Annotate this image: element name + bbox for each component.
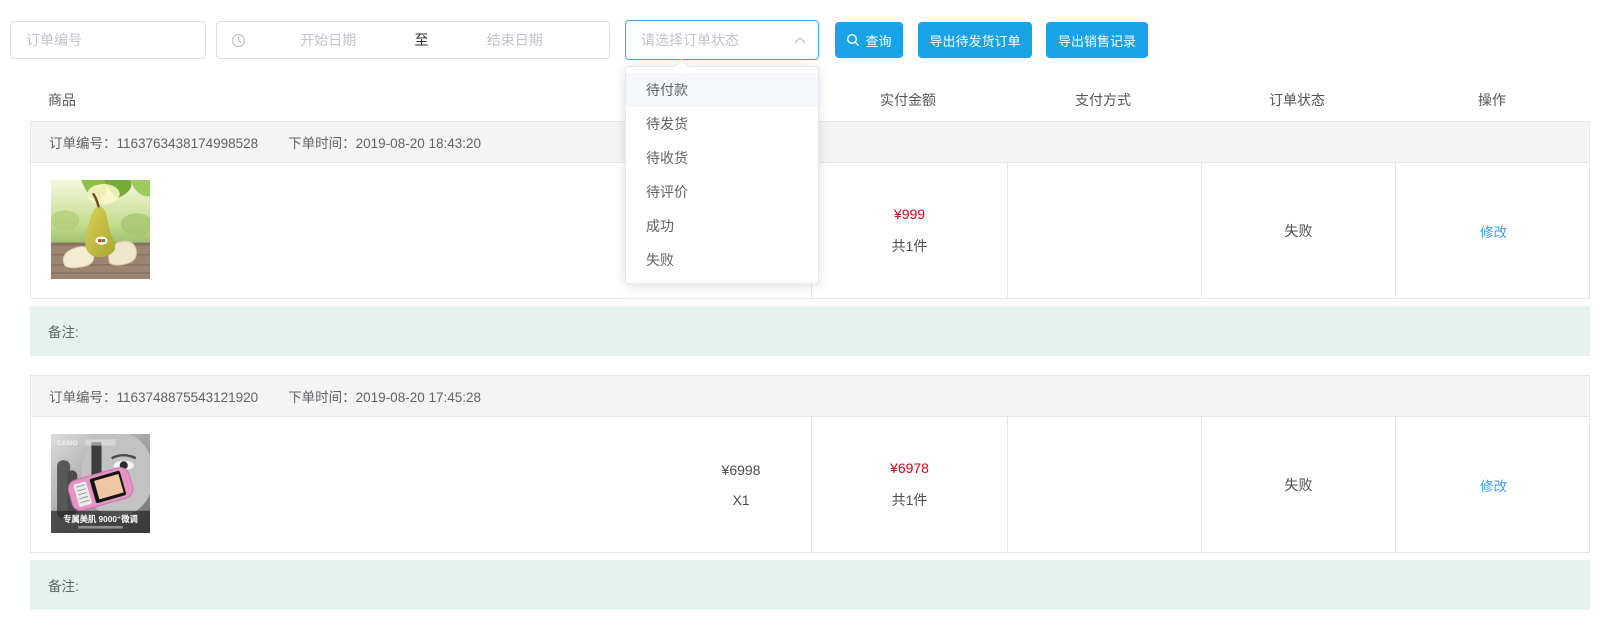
header-product: 商品 xyxy=(48,78,76,121)
remark-label: 备注: xyxy=(48,575,79,595)
order-status-text: 失败 xyxy=(1285,475,1313,495)
paid-count: 共1件 xyxy=(892,236,928,256)
svg-text:CASIO: CASIO xyxy=(57,440,78,447)
order-status-select-placeholder: 请选择订单状态 xyxy=(641,30,794,50)
order-time: 下单时间：2019-08-20 18:43:20 xyxy=(288,132,481,152)
product-cell: CASIO 专属美肌 9000⁺微调 ¥6998 X1 xyxy=(31,417,811,552)
paid-amount-cell: ¥999 共1件 xyxy=(811,163,1007,298)
option-failed[interactable]: 失败 xyxy=(626,243,818,277)
unit-qty: X1 xyxy=(732,492,749,508)
export-sales-records-button[interactable]: 导出销售记录 xyxy=(1046,22,1148,58)
header-paid-amount: 实付金额 xyxy=(810,78,1006,121)
paid-count: 共1件 xyxy=(892,490,928,510)
action-cell: 修改 xyxy=(1395,417,1591,552)
unit-price: ¥6998 xyxy=(722,462,761,478)
svg-text:专属美肌 9000⁺微调: 专属美肌 9000⁺微调 xyxy=(63,514,138,524)
option-pending-receipt[interactable]: 待收货 xyxy=(626,141,818,175)
option-pending-shipment[interactable]: 待发货 xyxy=(626,107,818,141)
order-number-input[interactable] xyxy=(10,21,206,59)
order-row: CASIO 专属美肌 9000⁺微调 ¥6998 X1 ¥6978 共1件 xyxy=(30,417,1590,553)
product-image-pear xyxy=(51,180,150,279)
remark-label: 备注: xyxy=(48,321,79,341)
header-action: 操作 xyxy=(1394,78,1590,121)
unit-price-block: ¥6998 X1 xyxy=(671,417,811,552)
order-admin-page: 开始日期 至 结束日期 请选择订单状态 查询 导出待发货订单 导出销售记录 商品… xyxy=(0,0,1603,621)
action-cell: 修改 xyxy=(1395,163,1591,298)
search-button-label: 查询 xyxy=(865,31,891,50)
export-pending-orders-label: 导出待发货订单 xyxy=(929,31,1020,50)
paid-amount-cell: ¥6978 共1件 xyxy=(811,417,1007,552)
option-pending-review[interactable]: 待评价 xyxy=(626,175,818,209)
order-status-cell: 失败 xyxy=(1201,163,1395,298)
search-icon xyxy=(846,33,860,47)
order-status-text: 失败 xyxy=(1285,221,1313,241)
date-range-picker[interactable]: 开始日期 至 结束日期 xyxy=(216,21,610,59)
status-dropdown: 待付款 待发货 待收货 待评价 成功 失败 xyxy=(625,66,819,284)
order-header: 订单编号：1163748875543121920 下单时间：2019-08-20… xyxy=(30,375,1590,417)
pay-method-cell xyxy=(1007,417,1201,552)
date-range-separator: 至 xyxy=(409,30,435,50)
chevron-up-icon xyxy=(794,36,806,44)
header-order-status: 订单状态 xyxy=(1200,78,1394,121)
export-pending-orders-button[interactable]: 导出待发货订单 xyxy=(918,22,1032,58)
pay-method-cell xyxy=(1007,163,1201,298)
clock-icon xyxy=(231,33,246,48)
export-sales-records-label: 导出销售记录 xyxy=(1058,31,1136,50)
order-time: 下单时间：2019-08-20 17:45:28 xyxy=(288,386,481,406)
product-image-camera: CASIO 专属美肌 9000⁺微调 xyxy=(51,434,150,533)
search-button[interactable]: 查询 xyxy=(835,22,903,58)
paid-amount: ¥999 xyxy=(894,206,925,222)
end-date-placeholder: 结束日期 xyxy=(435,30,596,50)
start-date-placeholder: 开始日期 xyxy=(248,30,409,50)
option-success[interactable]: 成功 xyxy=(626,209,818,243)
modify-link[interactable]: 修改 xyxy=(1480,221,1507,241)
remark-row: 备注: xyxy=(30,306,1590,356)
order-number: 订单编号：1163763438174998528 xyxy=(49,132,258,152)
modify-link[interactable]: 修改 xyxy=(1480,475,1507,495)
order-status-select[interactable]: 请选择订单状态 xyxy=(625,20,819,60)
header-pay-method: 支付方式 xyxy=(1006,78,1200,121)
order-block: 订单编号：1163748875543121920 下单时间：2019-08-20… xyxy=(30,375,1590,610)
order-number: 订单编号：1163748875543121920 xyxy=(49,386,258,406)
option-pending-payment[interactable]: 待付款 xyxy=(626,73,818,107)
order-status-cell: 失败 xyxy=(1201,417,1395,552)
paid-amount: ¥6978 xyxy=(890,460,929,476)
remark-row: 备注: xyxy=(30,560,1590,610)
